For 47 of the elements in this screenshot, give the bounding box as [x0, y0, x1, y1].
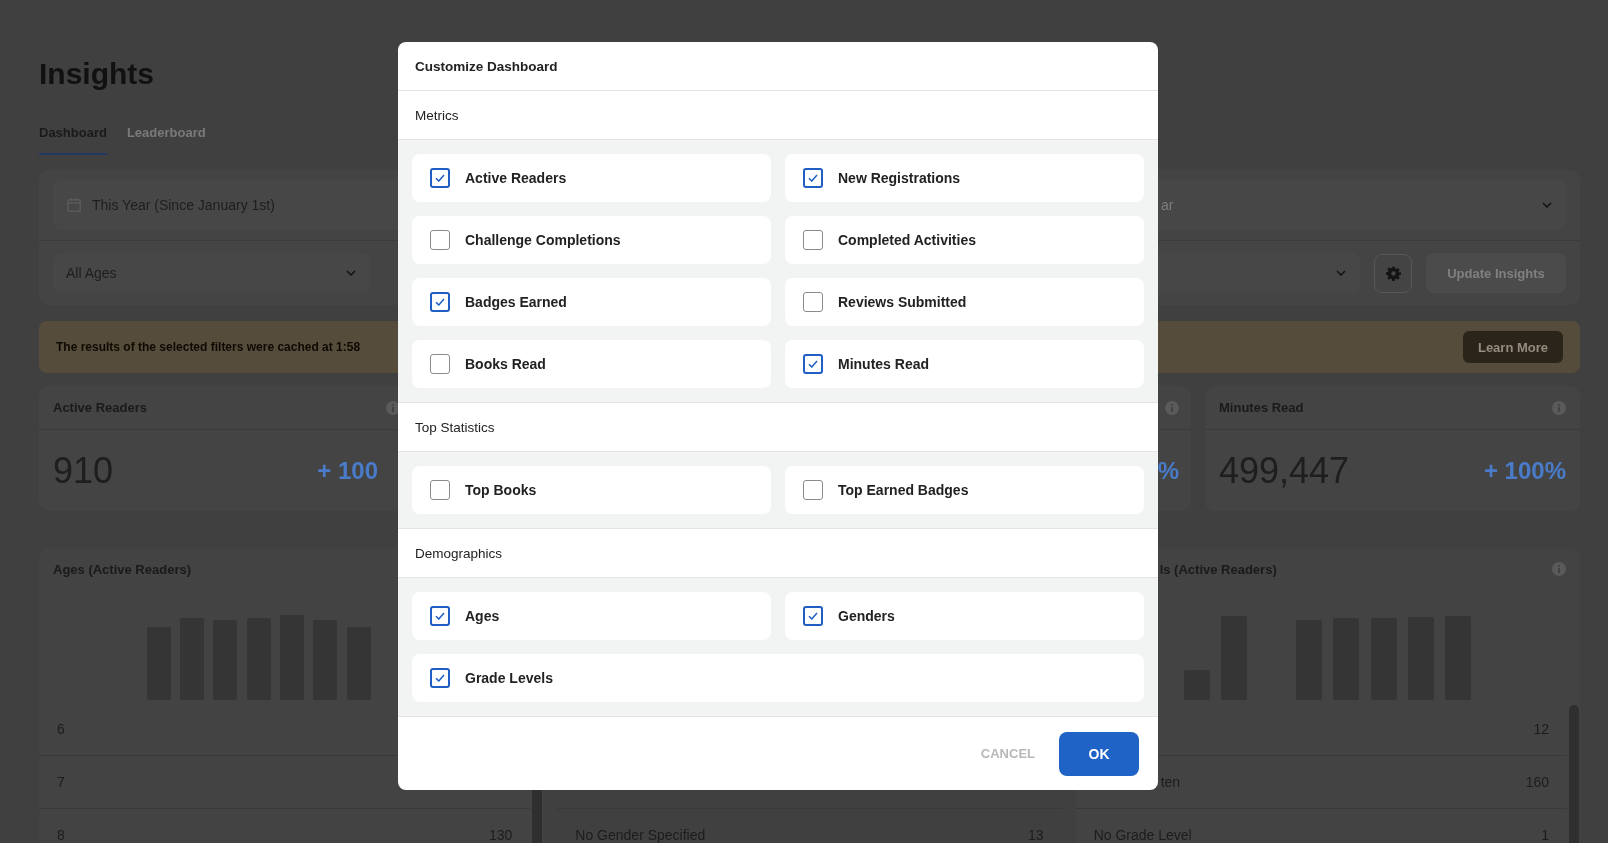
check-icon: [808, 360, 818, 368]
checkbox-option[interactable]: Top Books: [412, 466, 771, 514]
info-icon: [1552, 562, 1566, 576]
checkbox[interactable]: [430, 668, 450, 688]
checkbox-option[interactable]: Ages: [412, 592, 771, 640]
checkbox-option[interactable]: Top Earned Badges: [785, 466, 1144, 514]
checkbox-option[interactable]: Books Read: [412, 340, 771, 388]
metric-change: + 100: [317, 456, 378, 485]
checkbox[interactable]: [803, 230, 823, 250]
ok-button[interactable]: OK: [1059, 731, 1139, 776]
info-icon: [1552, 400, 1566, 415]
checkbox[interactable]: [430, 292, 450, 312]
checkbox-option[interactable]: Challenge Completions: [412, 216, 771, 264]
check-icon: [435, 674, 445, 682]
checkbox[interactable]: [430, 354, 450, 374]
check-icon: [435, 174, 445, 182]
checkbox[interactable]: [803, 292, 823, 312]
checkbox-option[interactable]: Minutes Read: [785, 340, 1144, 388]
checkbox-option[interactable]: Badges Earned: [412, 278, 771, 326]
check-icon: [435, 298, 445, 306]
checkbox[interactable]: [803, 606, 823, 626]
checkbox[interactable]: [430, 606, 450, 626]
settings-button[interactable]: [1374, 253, 1412, 293]
check-icon: [435, 612, 445, 620]
cache-notice-text: The results of the selected filters were cached at 1:58: [56, 340, 361, 354]
checkbox[interactable]: [430, 230, 450, 250]
checkbox[interactable]: [803, 480, 823, 500]
checkbox[interactable]: [803, 354, 823, 374]
check-icon: [808, 174, 818, 182]
checkbox[interactable]: [803, 168, 823, 188]
learn-more-button[interactable]: Learn More: [1463, 331, 1563, 363]
chevron-down-icon: [346, 270, 356, 276]
metric-change: + 100%: [1483, 456, 1566, 485]
check-icon: [808, 612, 818, 620]
info-icon: [1165, 400, 1179, 415]
checkbox-option[interactable]: Reviews Submitted: [785, 278, 1144, 326]
settings-icon: [1385, 265, 1401, 281]
checkbox[interactable]: [430, 480, 450, 500]
checkbox-option[interactable]: Grade Levels: [412, 654, 1144, 702]
chevron-down-icon: [1542, 202, 1552, 208]
checkbox[interactable]: [430, 168, 450, 188]
metric-change: %: [1157, 456, 1179, 485]
checkbox-option[interactable]: Active Readers: [412, 154, 771, 202]
checkbox-option[interactable]: New Registrations: [785, 154, 1144, 202]
dialog-title: Customize Dashboard: [398, 42, 1158, 91]
checkbox-option[interactable]: Completed Activities: [785, 216, 1144, 264]
checkbox-option[interactable]: Genders: [785, 592, 1144, 640]
